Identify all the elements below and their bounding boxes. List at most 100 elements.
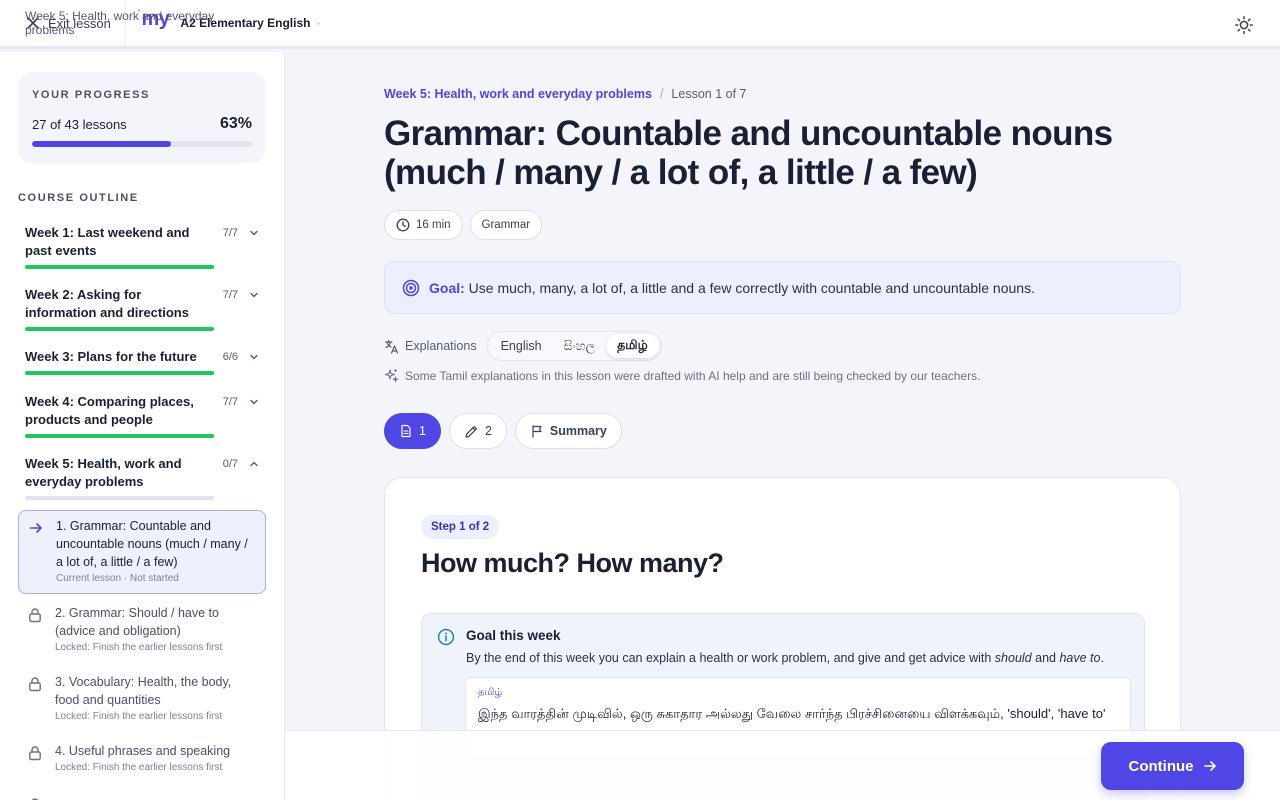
explanations-label: Explanations [405,339,477,353]
lesson-item-locked[interactable]: 3. Vocabulary: Health, the body, food an… [18,667,266,728]
info-text: By the end of this week you can explain … [466,651,1104,665]
info-title: Goal this week [466,628,561,643]
goal-text: Use much, many, a lot of, a little and a… [468,279,1035,296]
week-4-item[interactable]: Week 4: Comparing places, products and p… [25,393,260,438]
lesson-title: 1. Grammar: Countable and uncountable no… [56,519,248,569]
week-title: Week 1: Last weekend and past events [25,225,190,258]
step-badge: Step 1 of 2 [421,515,500,539]
goal-banner: Goal: Use much, many, a lot of, a little… [384,261,1181,314]
week-count: 7/7 [222,227,238,239]
language-option-english[interactable]: English [490,334,553,358]
info-text-part: and [1031,651,1060,665]
week-progress-bar [25,496,214,500]
week-count: 6/6 [222,351,238,363]
progress-card: YOUR PROGRESS 27 of 43 lessons 63% [18,72,266,163]
top-bar: Exit lesson ˈ my A2 Elementary English · … [0,0,1280,49]
breadcrumb: Week 5: Health, work and everyday proble… [384,87,746,101]
week-progress-bar [25,371,214,375]
lesson-type-chip: Grammar [469,210,543,240]
week-2-item[interactable]: Week 2: Asking for information and direc… [25,286,260,331]
lesson-status: Locked: Finish the earlier lessons first [55,711,223,722]
language-option-sinhala[interactable]: සිංහල [553,334,607,358]
progress-bar-fill [32,141,171,147]
tamil-text: இந்த வாரத்தின் முடிவில், ஒரு சுகாதார அல்… [478,706,1106,721]
theme-toggle-sun-icon[interactable] [1234,15,1254,35]
pencil-icon [464,424,479,439]
progress-count: 27 of 43 lessons [32,116,127,132]
progress-percent: 63% [219,115,252,132]
arrow-right-icon [28,520,44,536]
chevron-down-icon [248,396,260,408]
flag-icon [530,424,544,438]
course-outline-label: COURSE OUTLINE [18,192,139,204]
step-tab-1[interactable]: 1 [384,413,441,449]
week-title: Week 5: Health, work and everyday proble… [25,456,182,489]
lesson-main: Week 5: Health, work and everyday proble… [285,52,1280,800]
chevron-up-icon [248,458,260,470]
week-count: 0/7 [222,458,238,470]
page-title: Grammar: Countable and uncountable nouns… [384,114,1113,192]
chevron-down-icon [248,227,260,239]
lesson-title: 3. Vocabulary: Health, the body, food an… [55,675,232,707]
lock-icon [27,745,43,761]
week-progress-bar [25,327,214,331]
target-icon [402,279,420,297]
lesson-item-locked[interactable]: 2. Grammar: Should / have to (advice and… [18,598,266,659]
lock-icon [27,607,43,623]
step-tabs: 1 2 Summary [384,413,622,449]
duration-label: 16 min [416,219,451,231]
week-progress-bar [25,434,214,438]
summary-tab[interactable]: Summary [514,413,622,449]
tamil-label: தமிழ் [478,687,503,698]
goal-label: Goal: [429,279,465,296]
week-progress-bar [25,265,214,269]
sparkles-icon [384,368,399,383]
info-icon [437,628,455,646]
ai-translation-note: Some Tamil explanations in this lesson w… [384,368,980,383]
lesson-title: 4. Useful phrases and speaking [55,744,231,758]
clock-icon [396,218,410,232]
lesson-item-locked[interactable] [18,788,266,800]
lesson-status: Current lesson · Not started [56,573,179,584]
continue-button[interactable]: Continue [1101,742,1244,790]
breadcrumb-week-link[interactable]: Week 5: Health, work and everyday proble… [384,87,652,101]
week-count: 7/7 [222,289,238,301]
week-5-item[interactable]: Week 5: Health, work and everyday proble… [25,455,260,500]
progress-label: YOUR PROGRESS [32,89,150,101]
document-icon [399,424,413,438]
explanations-language: Explanations English සිංහල தமிழ் [384,331,662,361]
language-switcher: English සිංහල தமிழ் [486,331,662,361]
info-emphasis: have to [1059,651,1101,665]
lesson-item-locked[interactable]: 4. Useful phrases and speaking Locked: F… [18,736,266,779]
ai-note-text: Some Tamil explanations in this lesson w… [405,368,981,383]
translate-icon [384,339,399,354]
breadcrumb-separator: · [316,16,321,30]
step-tab-label: 2 [484,424,492,438]
info-emphasis: should [994,651,1032,665]
chevron-down-icon [248,289,260,301]
lesson-status: Locked: Finish the earlier lessons first [55,762,223,773]
language-option-tamil[interactable]: தமிழ் [606,334,659,358]
breadcrumb-lesson: Lesson 1 of 7 [671,87,747,101]
summary-tab-label: Summary [549,424,607,438]
breadcrumb-separator: / [659,87,664,101]
bottom-action-bar: Continue [285,730,1280,800]
step-tab-2[interactable]: 2 [448,413,507,449]
info-text-part: . [1100,651,1104,665]
duration-chip: 16 min [384,210,463,240]
chevron-down-icon [248,351,260,363]
week-3-item[interactable]: Week 3: Plans for the future 6/6 [25,348,260,375]
step-tab-label: 1 [419,424,426,438]
week-title: Week 3: Plans for the future [25,349,197,364]
week-1-item[interactable]: Week 1: Last weekend and past events 7/7 [25,224,260,269]
progress-bar [32,141,252,147]
lesson-meta: 16 min Grammar [384,210,543,240]
lesson-item-current[interactable]: 1. Grammar: Countable and uncountable no… [18,510,266,594]
top-breadcrumb: A2 Elementary English · Week 5: Health, … [25,9,321,37]
lesson-type-label: Grammar [481,219,531,231]
lesson-title: 2. Grammar: Should / have to (advice and… [55,606,219,638]
sidebar: YOUR PROGRESS 27 of 43 lessons 63% COURS… [0,52,285,800]
info-text-part: By the end of this week you can explain … [466,651,995,665]
arrow-right-icon [1203,759,1217,773]
week-count: 7/7 [222,396,238,408]
